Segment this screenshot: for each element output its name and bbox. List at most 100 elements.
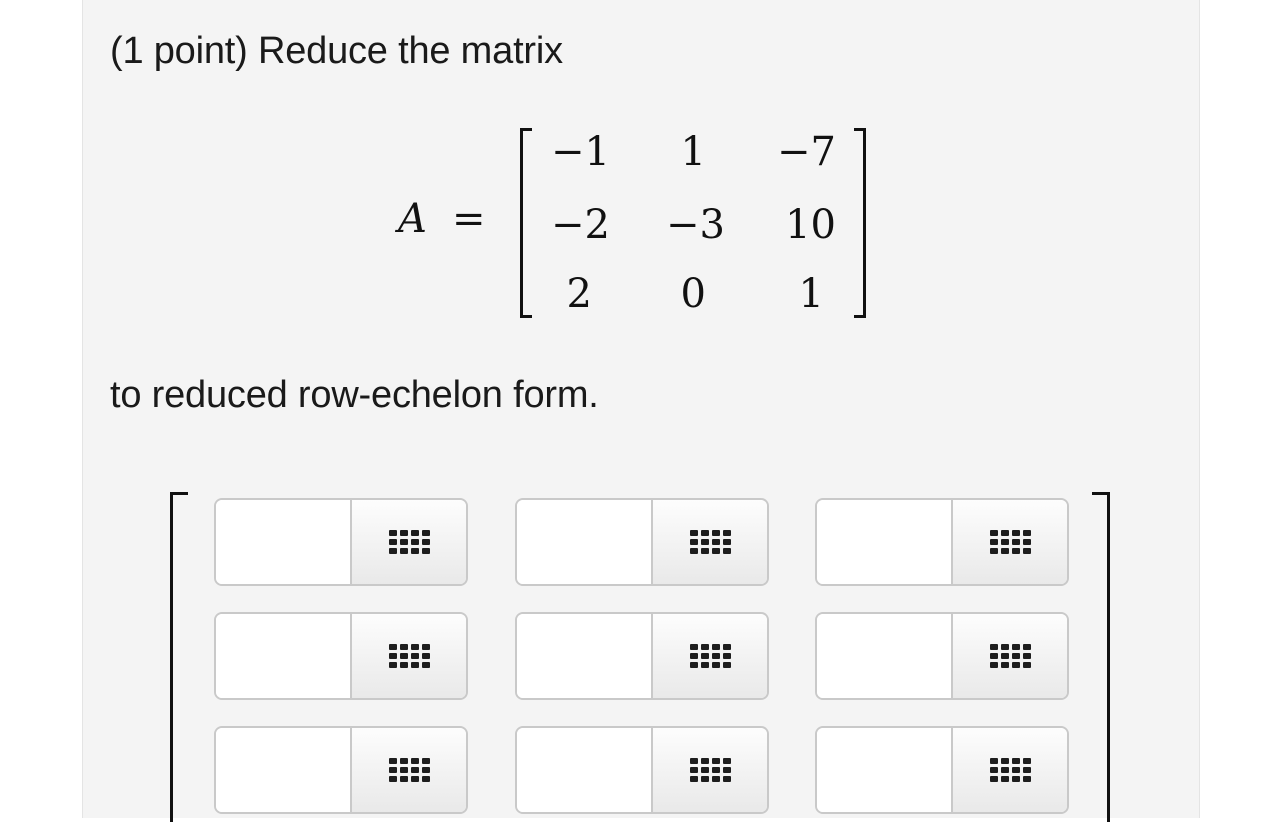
grid-dot: [1022, 776, 1031, 782]
grid-dot: [700, 776, 709, 782]
equation-palette-button[interactable]: [350, 728, 466, 812]
grid-dot: [410, 776, 419, 782]
grid-dot: [1000, 653, 1009, 659]
answer-input[interactable]: [216, 728, 350, 812]
grid-dot: [989, 530, 998, 536]
grid-dot: [388, 644, 397, 650]
grid-dot: [1022, 539, 1031, 545]
answer-input[interactable]: [216, 500, 350, 584]
grid-dot: [388, 530, 397, 536]
answer-cell: [815, 498, 1069, 586]
grid-dot: [689, 662, 698, 668]
grid-dot: [421, 548, 430, 554]
grid-dot: [1022, 644, 1031, 650]
grid-dot: [989, 548, 998, 554]
grid-dot: [989, 644, 998, 650]
grid-dot: [689, 539, 698, 545]
grid-dot: [722, 758, 731, 764]
grid-dot: [1011, 548, 1020, 554]
equation-palette-button[interactable]: [350, 614, 466, 698]
grid-dot: [1011, 530, 1020, 536]
grid-dot: [711, 662, 720, 668]
answer-cell: [214, 612, 468, 700]
grid-dot: [1000, 776, 1009, 782]
grid-keypad-icon: [388, 530, 430, 554]
grid-dot: [700, 644, 709, 650]
grid-keypad-icon: [989, 758, 1031, 782]
grid-dot: [399, 662, 408, 668]
answer-cell: [214, 726, 468, 814]
equation-palette-button[interactable]: [651, 614, 767, 698]
grid-dot: [388, 548, 397, 554]
grid-dot: [399, 539, 408, 545]
grid-dot: [421, 530, 430, 536]
answer-cell: [815, 612, 1069, 700]
grid-keypad-icon: [689, 530, 731, 554]
answer-input[interactable]: [517, 500, 651, 584]
grid-dot: [421, 758, 430, 764]
grid-keypad-icon: [689, 758, 731, 782]
equation-palette-button[interactable]: [951, 728, 1067, 812]
grid-dot: [722, 776, 731, 782]
grid-dot: [1000, 548, 1009, 554]
grid-dot: [1011, 758, 1020, 764]
equation-palette-button[interactable]: [951, 614, 1067, 698]
matrix-cell: −7: [777, 129, 836, 175]
grid-dot: [700, 530, 709, 536]
answer-input[interactable]: [216, 614, 350, 698]
grid-dot: [711, 539, 720, 545]
grid-dot: [1000, 662, 1009, 668]
grid-dot: [711, 644, 720, 650]
grid-keypad-icon: [388, 644, 430, 668]
equation-palette-button[interactable]: [350, 500, 466, 584]
grid-dot: [410, 767, 419, 773]
grid-dot: [689, 530, 698, 536]
grid-dot: [410, 758, 419, 764]
grid-dot: [410, 548, 419, 554]
grid-dot: [388, 767, 397, 773]
answer-input[interactable]: [517, 614, 651, 698]
matrix-variable: A: [398, 196, 427, 242]
grid-dot: [399, 767, 408, 773]
grid-dot: [722, 548, 731, 554]
answer-input[interactable]: [517, 728, 651, 812]
grid-dot: [421, 539, 430, 545]
grid-dot: [1011, 653, 1020, 659]
grid-dot: [989, 653, 998, 659]
equals-sign: =: [452, 196, 486, 242]
problem-prompt: (1 point) Reduce the matrix: [110, 30, 563, 72]
grid-dot: [1000, 539, 1009, 545]
grid-dot: [410, 530, 419, 536]
equation-palette-button[interactable]: [651, 500, 767, 584]
grid-dot: [700, 539, 709, 545]
answer-cell: [515, 498, 769, 586]
grid-dot: [388, 539, 397, 545]
grid-dot: [1000, 530, 1009, 536]
answer-cell: [515, 726, 769, 814]
grid-dot: [722, 662, 731, 668]
answer-input[interactable]: [817, 728, 951, 812]
grid-dot: [711, 653, 720, 659]
grid-keypad-icon: [989, 530, 1031, 554]
grid-dot: [1011, 767, 1020, 773]
grid-dot: [700, 758, 709, 764]
equation-palette-button[interactable]: [651, 728, 767, 812]
grid-dot: [1022, 758, 1031, 764]
answer-input[interactable]: [817, 614, 951, 698]
grid-dot: [711, 548, 720, 554]
grid-dot: [388, 758, 397, 764]
grid-dot: [388, 662, 397, 668]
grid-dot: [399, 548, 408, 554]
grid-keypad-icon: [388, 758, 430, 782]
grid-dot: [1022, 548, 1031, 554]
equation-palette-button[interactable]: [951, 500, 1067, 584]
answer-input[interactable]: [817, 500, 951, 584]
grid-dot: [421, 662, 430, 668]
matrix-cell: 1: [798, 271, 824, 317]
grid-dot: [700, 548, 709, 554]
grid-dot: [689, 767, 698, 773]
grid-dot: [410, 653, 419, 659]
answer-cell: [815, 726, 1069, 814]
grid-dot: [1011, 662, 1020, 668]
grid-dot: [989, 776, 998, 782]
